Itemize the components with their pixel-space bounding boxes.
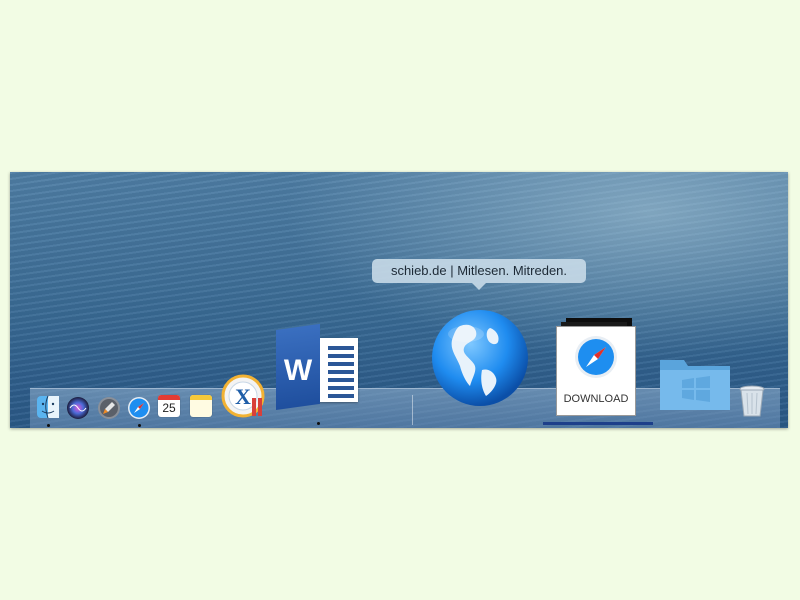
download-label: DOWNLOAD	[563, 393, 629, 405]
dock-tooltip: schieb.de | Mitlesen. Mitreden.	[372, 259, 586, 290]
download-stack-icon[interactable]: DOWNLOAD	[556, 318, 636, 416]
notes-header	[190, 395, 212, 400]
globe-icon[interactable]	[430, 308, 530, 408]
safari-running-indicator	[138, 424, 141, 427]
launchpad-icon[interactable]	[97, 396, 121, 420]
download-progress-fill	[543, 422, 653, 425]
word-running-indicator	[317, 422, 320, 425]
trash-icon[interactable]	[738, 384, 766, 418]
desktop-screen: schieb.de | Mitlesen. Mitreden. 25 X W D…	[10, 172, 788, 428]
word-icon[interactable]: W	[276, 323, 360, 410]
notes-icon[interactable]	[190, 395, 212, 417]
svg-text:X: X	[235, 384, 251, 409]
finder-running-indicator	[47, 424, 50, 427]
safari-icon[interactable]	[127, 396, 151, 420]
stack-front-page: DOWNLOAD	[556, 326, 636, 416]
download-progress-bar	[543, 422, 653, 425]
calendar-date: 25	[162, 401, 176, 415]
download-safari-icon	[575, 336, 617, 378]
x-app-icon[interactable]: X	[221, 374, 267, 420]
dock-separator	[412, 395, 413, 425]
calendar-icon[interactable]: 25	[158, 395, 180, 417]
siri-icon[interactable]	[66, 396, 90, 420]
word-letter: W	[283, 354, 313, 387]
finder-icon[interactable]	[36, 395, 60, 419]
windows-folder-icon[interactable]	[658, 350, 732, 412]
